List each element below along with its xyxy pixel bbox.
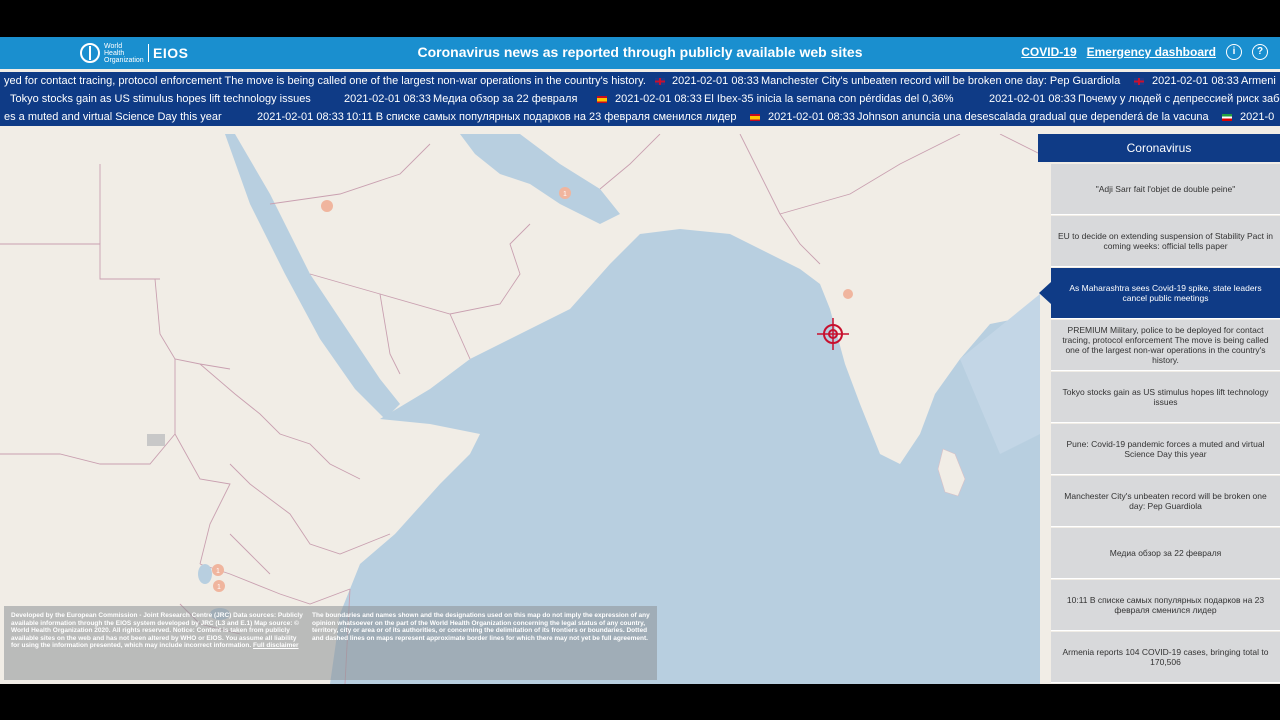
- news-card[interactable]: EU to decide on extending suspension of …: [1051, 216, 1280, 267]
- help-icon[interactable]: ?: [1252, 44, 1268, 60]
- ticker-time: 2021-02-01 08:33: [1152, 75, 1239, 87]
- news-card[interactable]: "Adji Sarr fait l'objet de double peine": [1051, 164, 1280, 215]
- news-panel: Coronavirus "Adji Sarr fait l'objet de d…: [1038, 134, 1280, 684]
- panel-title: Coronavirus: [1038, 134, 1280, 162]
- news-card[interactable]: 10:11 В списке самых популярных подарков…: [1051, 580, 1280, 631]
- news-card[interactable]: PREMIUM Military, police to be deployed …: [1051, 320, 1280, 371]
- ticker-item[interactable]: Tokyo stocks gain as US stimulus hopes l…: [10, 90, 311, 108]
- ticker-time: 2021-02-01 08:33: [768, 111, 855, 123]
- ticker-item[interactable]: Johnson anuncia una desescalada gradual …: [857, 108, 1209, 126]
- ticker-time: 2021-0: [1240, 111, 1275, 123]
- ticker-item[interactable]: El Ibex-35 inicia la semana con pérdidas…: [704, 90, 953, 108]
- header-bar: World Health Organization EIOS Coronavir…: [0, 37, 1280, 69]
- es-flag-icon: [750, 108, 760, 126]
- cluster-marker[interactable]: [843, 289, 853, 299]
- ticker-time: 2021-02-01 08:33: [672, 75, 759, 87]
- ticker-item[interactable]: Медиа обзор за 22 февраля: [433, 90, 577, 108]
- news-ticker-row-1[interactable]: yed for contact tracing, protocol enforc…: [0, 72, 1280, 90]
- ticker-item[interactable]: 10:11 В списке самых популярных подарков…: [346, 108, 737, 126]
- news-ticker-row-3[interactable]: es a muted and virtual Science Day this …: [0, 108, 1280, 126]
- eios-dashboard: World Health Organization EIOS Coronavir…: [0, 37, 1280, 684]
- news-card[interactable]: Pune: Covid-19 pandemic forces a muted a…: [1051, 424, 1280, 475]
- news-card[interactable]: Медиа обзор за 22 февраля: [1051, 528, 1280, 579]
- ticker-item[interactable]: es a muted and virtual Science Day this …: [4, 108, 222, 126]
- header-links: COVID-19 Emergency dashboard i ?: [1021, 44, 1268, 60]
- uk-flag-icon: [1134, 72, 1144, 90]
- ticker-time: 2021-02-01 08:33: [615, 93, 702, 105]
- ticker-time: 2021-02-01 08:33: [257, 111, 344, 123]
- cluster-marker[interactable]: [321, 200, 333, 212]
- info-icon[interactable]: i: [1226, 44, 1242, 60]
- cluster-count: 1: [563, 191, 567, 198]
- es-flag-icon: [597, 90, 607, 108]
- ticker-item[interactable]: Manchester City's unbeaten record will b…: [761, 72, 1120, 90]
- ir-flag-icon: [1222, 108, 1232, 126]
- news-card[interactable]: Tokyo stocks gain as US stimulus hopes l…: [1051, 372, 1280, 423]
- ticker-item[interactable]: Почему у людей с депрессией риск забо: [1078, 90, 1280, 108]
- ticker-time: 2021-02-01 08:33: [344, 93, 431, 105]
- disclaimer-credits: Developed by the European Commission - J…: [11, 612, 303, 650]
- crosshair-target-icon[interactable]: [817, 318, 849, 350]
- news-ticker-row-2[interactable]: Tokyo stocks gain as US stimulus hopes l…: [0, 90, 1280, 108]
- ticker-time: 2021-02-01 08:33: [989, 93, 1076, 105]
- covid19-link[interactable]: COVID-19: [1021, 45, 1076, 59]
- news-card[interactable]: Armenia reports 104 COVID-19 cases, brin…: [1051, 632, 1280, 683]
- cluster-count: 1: [217, 584, 221, 591]
- uk-flag-icon: [655, 72, 665, 90]
- ticker-item[interactable]: yed for contact tracing, protocol enforc…: [4, 72, 646, 90]
- emergency-dashboard-link[interactable]: Emergency dashboard: [1087, 45, 1216, 59]
- map-disclaimer: Developed by the European Commission - J…: [4, 606, 657, 680]
- ticker-item[interactable]: Armeni: [1241, 72, 1276, 90]
- full-disclaimer-link[interactable]: Full disclaimer: [253, 642, 299, 649]
- news-card[interactable]: Manchester City's unbeaten record will b…: [1051, 476, 1280, 527]
- news-card-selected[interactable]: As Maharashtra sees Covid-19 spike, stat…: [1039, 268, 1280, 319]
- cluster-count: 1: [216, 568, 220, 575]
- disclaimer-boundaries: The boundaries and names shown and the d…: [312, 612, 650, 642]
